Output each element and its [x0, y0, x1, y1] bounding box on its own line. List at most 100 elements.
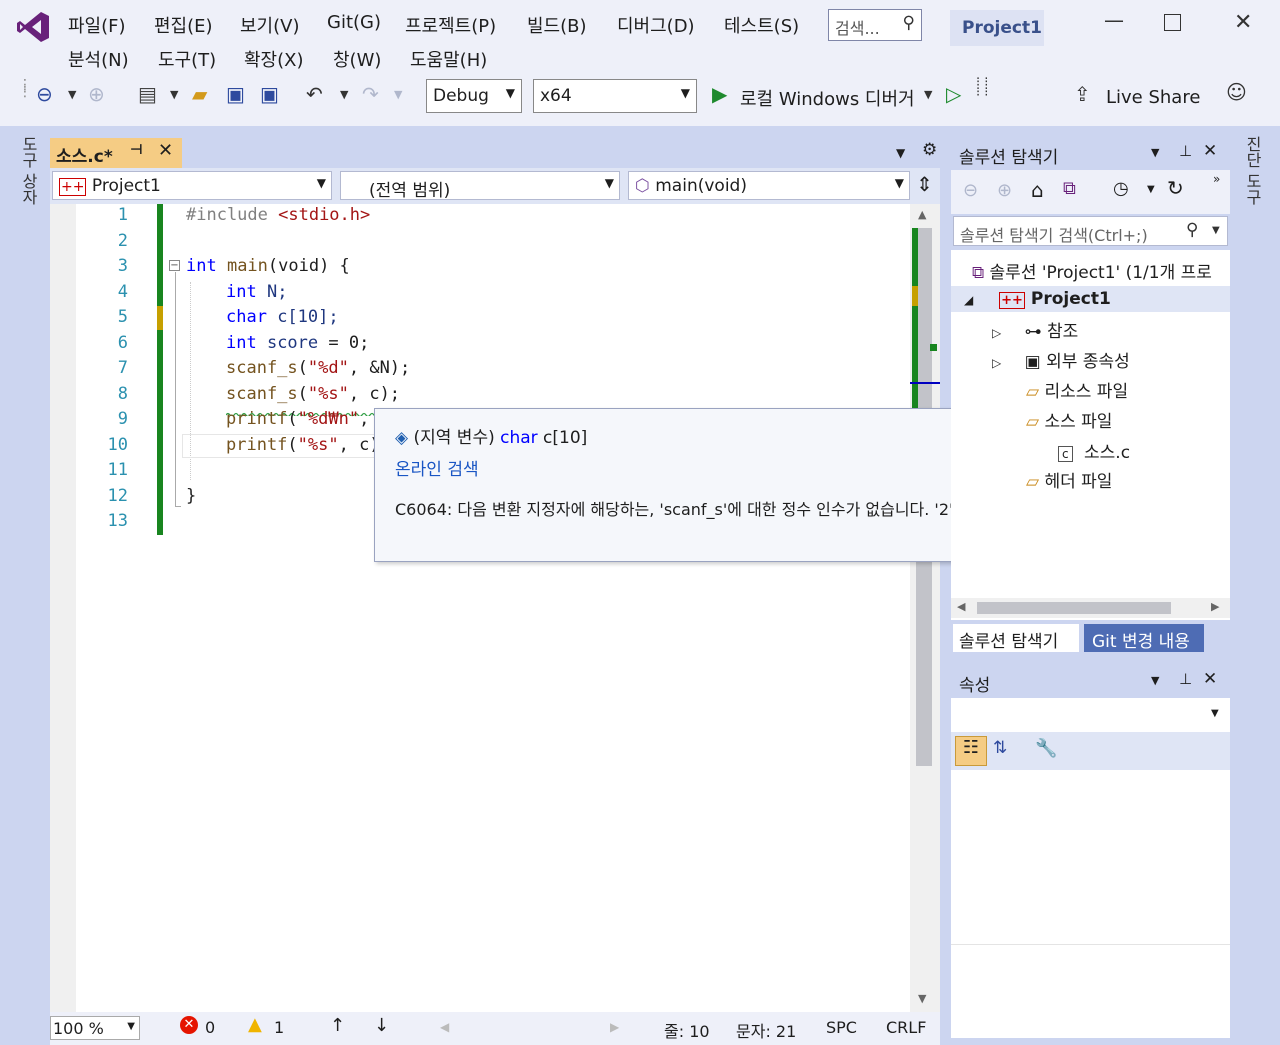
more-icon[interactable]: »: [1213, 172, 1220, 186]
panel-menu-icon[interactable]: ▼: [1151, 146, 1159, 159]
pending-changes-icon[interactable]: ◷: [1113, 178, 1129, 199]
tree-node-references[interactable]: ▷ ⊶ 참조: [992, 317, 1078, 342]
step-icons[interactable]: ⁝ ⁝ ⁝ ⁝: [976, 76, 988, 99]
settings-gear-icon[interactable]: ⚙: [922, 140, 937, 160]
scroll-right-icon[interactable]: ▶: [1211, 600, 1219, 613]
expanded-arrow-icon[interactable]: ◢: [964, 293, 973, 307]
tree-node-resource-files[interactable]: ▱ 리소스 파일: [1026, 377, 1128, 402]
close-icon[interactable]: ✕: [1203, 669, 1217, 689]
redo-dropdown-icon[interactable]: ▼: [394, 88, 402, 101]
online-search-link[interactable]: 온라인 검색: [395, 455, 479, 480]
start-debug-icon[interactable]: ▶: [712, 82, 727, 106]
menu-project[interactable]: 프로젝트(P): [405, 12, 496, 38]
tree-node-header-files[interactable]: ▱ 헤더 파일: [1026, 467, 1112, 492]
switch-views-icon[interactable]: ⧉: [1063, 178, 1076, 199]
live-share-button[interactable]: Live Share: [1106, 87, 1200, 108]
tab-solution-explorer[interactable]: 솔루션 탐색기: [953, 624, 1079, 652]
back-dropdown-icon[interactable]: ▼: [68, 88, 76, 101]
tab-git-changes[interactable]: Git 변경 내용: [1084, 624, 1204, 652]
line-indicator[interactable]: 줄: 10: [664, 1018, 710, 1042]
column-indicator[interactable]: 문자: 21: [736, 1018, 796, 1042]
menu-build[interactable]: 빌드(B): [527, 12, 587, 38]
tree-node-source-c[interactable]: c 소스.c: [1058, 438, 1130, 463]
filter-dropdown-icon[interactable]: ▼: [1147, 184, 1155, 195]
tree-node-external-deps[interactable]: ▷ ▣ 외부 종속성: [992, 347, 1130, 372]
save-all-icon[interactable]: ▣: [260, 82, 279, 106]
editor-vertical-scrollbar[interactable]: ▲ ▼: [910, 204, 940, 1012]
menu-git[interactable]: Git(G): [327, 12, 381, 33]
solution-search-input[interactable]: 솔루션 탐색기 검색(Ctrl+;) ⚲ ▼: [953, 216, 1228, 246]
start-debug-button[interactable]: 로컬 Windows 디버거: [740, 85, 915, 111]
menu-edit[interactable]: 편집(E): [154, 12, 213, 38]
scroll-down-icon[interactable]: ▼: [918, 992, 926, 1005]
previous-issue-icon[interactable]: ↑: [330, 1015, 345, 1036]
scroll-up-icon[interactable]: ▲: [918, 208, 926, 221]
redo-icon[interactable]: ↷: [362, 82, 379, 106]
scroll-thumb[interactable]: [977, 602, 1171, 614]
menu-view[interactable]: 보기(V): [240, 12, 299, 38]
line-ending-indicator[interactable]: CRLF: [886, 1018, 926, 1037]
pin-icon[interactable]: ⊥: [1179, 670, 1192, 688]
maximize-icon[interactable]: [1164, 14, 1181, 31]
new-project-icon[interactable]: ▤: [138, 82, 157, 106]
save-icon[interactable]: ▣: [226, 82, 245, 106]
search-options-icon[interactable]: ▼: [1212, 225, 1220, 236]
undo-dropdown-icon[interactable]: ▼: [340, 88, 348, 101]
refresh-icon[interactable]: ↻: [1167, 176, 1184, 200]
toolbar-grip-icon[interactable]: ⋮ ⋮: [18, 78, 32, 99]
feedback-icon[interactable]: ☺: [1226, 80, 1247, 104]
minimize-icon[interactable]: —: [1104, 8, 1124, 32]
solution-config-select[interactable]: Debug ▼: [426, 79, 522, 113]
menu-extensions[interactable]: 확장(X): [244, 46, 304, 72]
open-folder-icon[interactable]: ▰: [192, 82, 207, 106]
warning-count[interactable]: 1: [274, 1018, 284, 1037]
menu-analyze[interactable]: 분석(N): [68, 46, 129, 72]
home-icon[interactable]: ⌂: [1031, 178, 1044, 202]
tab-list-dropdown-icon[interactable]: ▼: [896, 146, 905, 160]
project-nav-select[interactable]: ++ Project1 ▼: [52, 171, 332, 200]
error-count[interactable]: 0: [205, 1018, 215, 1037]
menu-debug[interactable]: 디버그(D): [617, 12, 695, 38]
code-editor[interactable]: [50, 204, 910, 1012]
platform-select[interactable]: x64 ▼: [533, 79, 697, 113]
scope-nav-select[interactable]: (전역 범위) ▼: [340, 171, 620, 201]
vs-logo-icon[interactable]: [16, 10, 50, 44]
tab-close-icon[interactable]: ✕: [158, 140, 173, 161]
menu-window[interactable]: 창(W): [333, 46, 381, 72]
toolbox-tab[interactable]: 도구 상자: [16, 136, 40, 205]
back-icon[interactable]: ⊖: [963, 180, 978, 201]
diagnostic-tools-tab[interactable]: 진단 도구: [1240, 136, 1264, 205]
debug-target-dropdown-icon[interactable]: ▼: [924, 88, 932, 101]
menu-test[interactable]: 테스트(S): [724, 12, 799, 38]
categorized-icon[interactable]: ☷: [955, 736, 987, 766]
undo-icon[interactable]: ↶: [306, 82, 323, 106]
close-icon[interactable]: ✕: [1234, 10, 1252, 35]
next-issue-icon[interactable]: ↓: [374, 1015, 389, 1036]
object-select[interactable]: ▼: [951, 700, 1230, 730]
back-icon[interactable]: ⊖: [36, 82, 53, 106]
forward-icon[interactable]: ⊕: [88, 82, 105, 106]
split-editor-icon[interactable]: ⇕: [916, 172, 933, 196]
property-pages-icon[interactable]: 🔧: [1035, 738, 1057, 759]
collapsed-arrow-icon[interactable]: ▷: [992, 326, 1001, 340]
forward-icon[interactable]: ⊕: [997, 180, 1012, 201]
pin-icon[interactable]: ⊥: [1179, 142, 1192, 160]
hscroll-left-icon[interactable]: ◀: [440, 1020, 449, 1034]
error-icon[interactable]: ✕: [180, 1016, 198, 1034]
zoom-select[interactable]: 100 % ▼: [50, 1016, 140, 1040]
new-dropdown-icon[interactable]: ▼: [170, 88, 178, 101]
warning-icon[interactable]: ▲: [248, 1014, 262, 1035]
hscroll-right-icon[interactable]: ▶: [610, 1020, 619, 1034]
pin-icon[interactable]: ⊣: [130, 142, 143, 158]
function-nav-select[interactable]: ⬡ main(void) ▼: [628, 171, 910, 200]
start-without-debug-icon[interactable]: ▷: [946, 82, 961, 106]
menu-help[interactable]: 도움말(H): [410, 46, 487, 72]
menu-file[interactable]: 파일(F): [68, 12, 126, 38]
scroll-left-icon[interactable]: ◀: [957, 600, 965, 613]
document-tab-source[interactable]: 소스.c* ⊣ ✕: [50, 138, 182, 168]
alphabetical-icon[interactable]: ⇅: [993, 738, 1007, 758]
solution-hscrollbar[interactable]: ◀ ▶: [951, 598, 1230, 618]
tree-node-project[interactable]: ◢ ++ Project1: [964, 289, 1111, 309]
search-input[interactable]: 검색... ⚲: [828, 9, 922, 41]
close-icon[interactable]: ✕: [1203, 141, 1217, 161]
